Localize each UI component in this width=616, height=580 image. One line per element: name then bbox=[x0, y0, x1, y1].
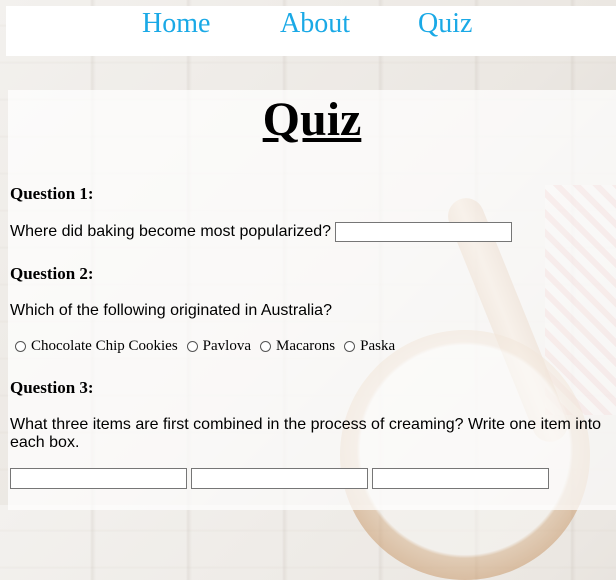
nav-link-quiz[interactable]: Quiz bbox=[418, 8, 472, 40]
quiz-panel: Quiz Question 1: Where did baking become… bbox=[8, 90, 616, 510]
question-1-heading: Question 1: bbox=[10, 184, 94, 203]
option-label-paska: Paska bbox=[360, 338, 396, 354]
question-3-answer-input-2[interactable] bbox=[191, 468, 368, 489]
radio-option-paska[interactable] bbox=[344, 341, 356, 352]
radio-option-macarons[interactable] bbox=[259, 341, 271, 352]
question-2-text: Which of the following originated in Aus… bbox=[10, 302, 332, 319]
radio-option-chocolate-chip-cookies[interactable] bbox=[15, 341, 26, 352]
question-3-heading: Question 3: bbox=[10, 378, 94, 397]
question-3-text: What three items are first combined in t… bbox=[10, 416, 602, 451]
option-label-macarons: Macarons bbox=[275, 338, 336, 354]
top-navigation: Home About Quiz bbox=[6, 6, 616, 56]
question-1-text: Where did baking become most popularized… bbox=[10, 223, 332, 240]
question-1-answer-input[interactable] bbox=[335, 222, 512, 242]
radio-option-pavlova[interactable] bbox=[186, 341, 198, 352]
page-title: Quiz bbox=[262, 93, 362, 146]
question-3-answer-input-1[interactable] bbox=[10, 468, 187, 489]
nav-link-about[interactable]: About bbox=[280, 8, 350, 40]
question-2-options: Chocolate Chip Cookies Pavlova Macarons … bbox=[12, 338, 401, 355]
nav-link-home[interactable]: Home bbox=[142, 8, 210, 40]
option-label-chocolate-chip-cookies: Chocolate Chip Cookies bbox=[31, 338, 178, 354]
question-2-heading: Question 2: bbox=[10, 264, 94, 283]
question-3-answer-input-3[interactable] bbox=[372, 468, 549, 489]
option-label-pavlova: Pavlova bbox=[202, 338, 251, 354]
